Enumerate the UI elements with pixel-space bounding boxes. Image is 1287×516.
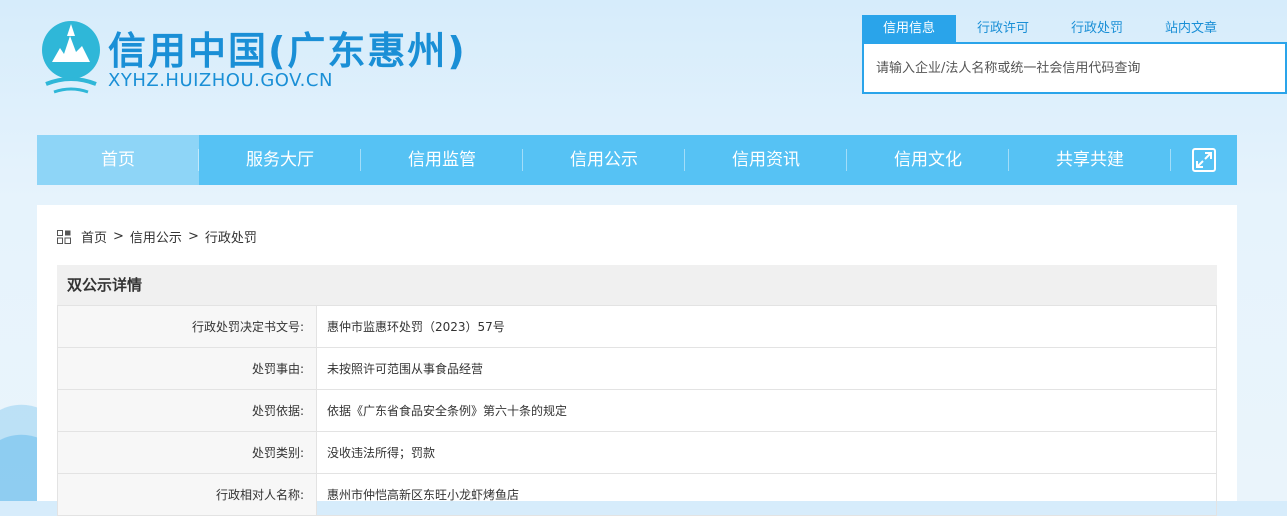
detail-table: 行政处罚决定书文号: 惠仲市监惠环处罚（2023）57号 处罚事由: 未按照许可… (57, 305, 1217, 516)
row-value: 没收违法所得；罚款 (316, 431, 1217, 474)
breadcrumb: 首页 > 信用公示 > 行政处罚 (57, 227, 257, 246)
nav-item-credit-supervision[interactable]: 信用监管 (361, 135, 523, 185)
site-url: XYHZ.HUIZHOU.GOV.CN (108, 70, 333, 91)
row-label: 处罚类别: (57, 431, 317, 474)
table-row: 行政相对人名称: 惠州市仲恺高新区东旺小龙虾烤鱼店 (57, 473, 1217, 516)
nav-item-credit-culture[interactable]: 信用文化 (847, 135, 1009, 185)
main-nav: 首页 服务大厅 信用监管 信用公示 信用资讯 信用文化 共享共建 (37, 135, 1237, 185)
nav-item-home[interactable]: 首页 (37, 135, 199, 185)
row-value: 未按照许可范围从事食品经营 (316, 347, 1217, 390)
row-value: 惠仲市监惠环处罚（2023）57号 (316, 305, 1217, 348)
search-tab-admin-license[interactable]: 行政许可 (956, 15, 1050, 43)
detail-title: 双公示详情 (57, 265, 1217, 305)
expand-button[interactable] (1171, 135, 1237, 185)
table-row: 处罚依据: 依据《广东省食品安全条例》第六十条的规定 (57, 389, 1217, 432)
grid-icon (57, 229, 71, 244)
search-input[interactable] (864, 44, 1276, 92)
breadcrumb-home[interactable]: 首页 (81, 227, 107, 246)
header: 信用中国(广东惠州) XYHZ.HUIZHOU.GOV.CN 信用信息 行政许可… (0, 0, 1287, 135)
search-tab-site-articles[interactable]: 站内文章 (1144, 15, 1238, 43)
nav-item-shared-building[interactable]: 共享共建 (1009, 135, 1171, 185)
search-box: 信用信息 行政许可 行政处罚 站内文章 (862, 15, 1287, 94)
site-title: 信用中国(广东惠州) (108, 29, 467, 73)
search-tab-admin-penalty[interactable]: 行政处罚 (1050, 15, 1144, 43)
row-label: 处罚事由: (57, 347, 317, 390)
nav-item-credit-news[interactable]: 信用资讯 (685, 135, 847, 185)
row-label: 处罚依据: (57, 389, 317, 432)
table-row: 行政处罚决定书文号: 惠仲市监惠环处罚（2023）57号 (57, 305, 1217, 348)
search-tabs: 信用信息 行政许可 行政处罚 站内文章 (862, 15, 1238, 43)
breadcrumb-admin-penalty[interactable]: 行政处罚 (205, 227, 257, 246)
row-value: 惠州市仲恺高新区东旺小龙虾烤鱼店 (316, 473, 1217, 516)
detail-section: 双公示详情 行政处罚决定书文号: 惠仲市监惠环处罚（2023）57号 处罚事由:… (57, 265, 1217, 516)
breadcrumb-separator: > (187, 229, 199, 244)
row-label: 行政相对人名称: (57, 473, 317, 516)
site-logo[interactable] (40, 18, 102, 98)
table-row: 处罚事由: 未按照许可范围从事食品经营 (57, 347, 1217, 390)
nav-item-credit-publicity[interactable]: 信用公示 (523, 135, 685, 185)
nav-item-service-hall[interactable]: 服务大厅 (199, 135, 361, 185)
expand-icon (1192, 148, 1216, 172)
breadcrumb-credit-publicity[interactable]: 信用公示 (130, 227, 182, 246)
table-row: 处罚类别: 没收违法所得；罚款 (57, 431, 1217, 474)
row-value: 依据《广东省食品安全条例》第六十条的规定 (316, 389, 1217, 432)
row-label: 行政处罚决定书文号: (57, 305, 317, 348)
search-input-wrapper (862, 42, 1287, 94)
content-panel: 首页 > 信用公示 > 行政处罚 双公示详情 行政处罚决定书文号: 惠仲市监惠环… (37, 205, 1237, 516)
breadcrumb-separator: > (113, 229, 124, 244)
search-tab-credit-info[interactable]: 信用信息 (862, 15, 957, 43)
